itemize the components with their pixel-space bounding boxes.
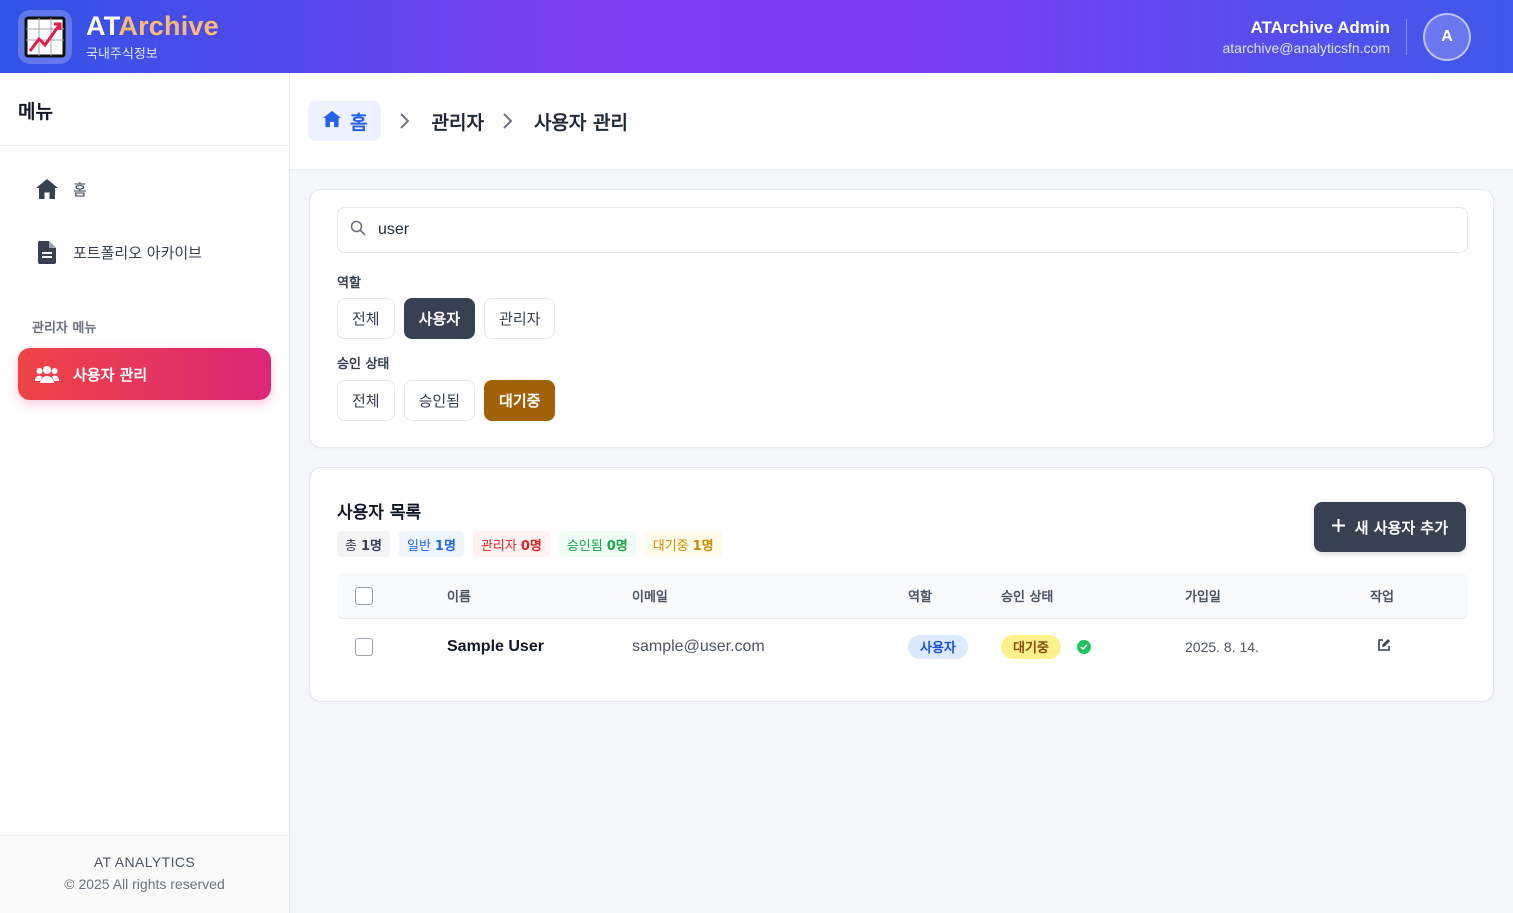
role-option-user[interactable]: 사용자	[403, 298, 476, 339]
app-title: ATArchive	[86, 11, 219, 41]
sidebar-item-user-management[interactable]: 사용자 관리	[18, 348, 271, 400]
status-badge: 대기중	[1001, 634, 1061, 659]
line-chart-icon	[18, 9, 72, 64]
column-actions: 작업	[1370, 590, 1394, 605]
search-box[interactable]	[337, 207, 1468, 253]
row-checkbox[interactable]	[355, 637, 373, 656]
sidebar-item-label: 포트폴리오 아카이브	[73, 243, 202, 262]
add-user-button[interactable]: 새 사용자 추가	[1313, 502, 1466, 552]
avatar[interactable]: A	[1423, 12, 1471, 61]
edit-icon[interactable]	[1377, 637, 1391, 656]
role-filter-group: 전체 사용자 관리자	[337, 298, 556, 339]
user-email: atarchive@analyticsfn.com	[1222, 39, 1390, 56]
sidebar-footer: AT ANALYTICS © 2025 All rights reserved	[0, 835, 289, 913]
top-header: ATArchive 국내주식정보 ATArchive Admin atarchi…	[0, 0, 1513, 73]
status-option-all[interactable]: 전체	[337, 380, 395, 421]
chevron-right-icon	[502, 113, 516, 129]
stat-approved: 승인됨 0명	[558, 531, 636, 557]
user-email-cell: sample@user.com	[632, 637, 765, 655]
status-filter-group: 전체 승인됨 대기중	[337, 380, 556, 421]
sidebar-item-home[interactable]: 홈	[18, 163, 271, 215]
brand[interactable]: ATArchive 국내주식정보	[18, 9, 219, 64]
status-option-pending[interactable]: 대기중	[484, 380, 556, 421]
home-icon	[35, 177, 59, 201]
stat-total: 총 1명	[337, 531, 390, 557]
breadcrumb-home[interactable]: 홈	[308, 101, 382, 141]
user-stats: 총 1명 일반 1명 관리자 0명 승인됨 0명 대기중 1명	[337, 531, 722, 557]
column-role[interactable]: 역할	[908, 573, 932, 618]
user-list-panel: 사용자 목록 총 1명 일반 1명 관리자 0명 승인됨 0명 대기중 1명 새 사용자 …	[309, 467, 1494, 702]
user-name: ATArchive Admin	[1250, 17, 1390, 37]
home-icon	[322, 110, 342, 133]
select-all-checkbox[interactable]	[355, 586, 373, 605]
status-filter-label: 승인 상태	[337, 357, 390, 372]
sidebar-item-label: 사용자 관리	[73, 365, 148, 384]
status-option-approved[interactable]: 승인됨	[403, 380, 476, 421]
check-circle-icon	[1076, 639, 1091, 654]
column-email[interactable]: 이메일	[632, 573, 668, 618]
stat-admin: 관리자 0명	[472, 531, 550, 557]
user-name-cell: Sample User	[447, 637, 544, 655]
search-icon	[350, 220, 366, 240]
role-option-all[interactable]: 전체	[337, 298, 395, 339]
user-list-title: 사용자 목록	[337, 503, 422, 523]
stat-regular: 일반 1명	[398, 531, 464, 557]
role-option-admin[interactable]: 관리자	[484, 298, 556, 339]
users-icon	[35, 362, 59, 386]
divider	[1406, 18, 1407, 55]
column-name[interactable]: 이름	[447, 573, 471, 618]
sidebar-title: 메뉴	[0, 73, 289, 146]
breadcrumb: 홈 관리자 사용자 관리	[290, 73, 1513, 170]
table-row[interactable]: Sample User sample@user.com 사용자 대기중 2025…	[337, 619, 1468, 674]
footer-copyright: © 2025 All rights reserved	[64, 876, 225, 892]
column-status[interactable]: 승인 상태	[1001, 573, 1053, 618]
chevron-right-icon	[399, 113, 413, 129]
admin-section-label: 관리자 메뉴	[32, 321, 97, 336]
breadcrumb-current: 사용자 관리	[533, 111, 628, 134]
sidebar-item-label: 홈	[73, 180, 87, 199]
table-header: 이름 이메일 역할 승인 상태 가입일 작업	[337, 573, 1468, 619]
role-filter-label: 역할	[337, 276, 361, 291]
breadcrumb-admin[interactable]: 관리자	[431, 108, 483, 135]
app-subtitle: 국내주식정보	[86, 47, 158, 62]
sidebar-item-portfolio-archive[interactable]: 포트폴리오 아카이브	[18, 226, 271, 278]
role-badge: 사용자	[908, 634, 968, 659]
column-joined[interactable]: 가입일	[1185, 573, 1221, 618]
stat-pending: 대기중 1명	[644, 531, 722, 557]
joined-date-cell: 2025. 8. 14.	[1185, 638, 1259, 655]
search-input[interactable]	[378, 221, 1378, 239]
plus-icon	[1331, 518, 1345, 536]
document-icon	[35, 240, 59, 264]
sidebar: 메뉴 홈 포트폴리오 아카이브 관리자 메뉴 사용자 관리 AT ANALYTI…	[0, 73, 290, 913]
footer-company: AT ANALYTICS	[93, 854, 196, 870]
filter-panel: 역할 전체 사용자 관리자 승인 상태 전체 승인됨 대기중	[309, 189, 1494, 448]
